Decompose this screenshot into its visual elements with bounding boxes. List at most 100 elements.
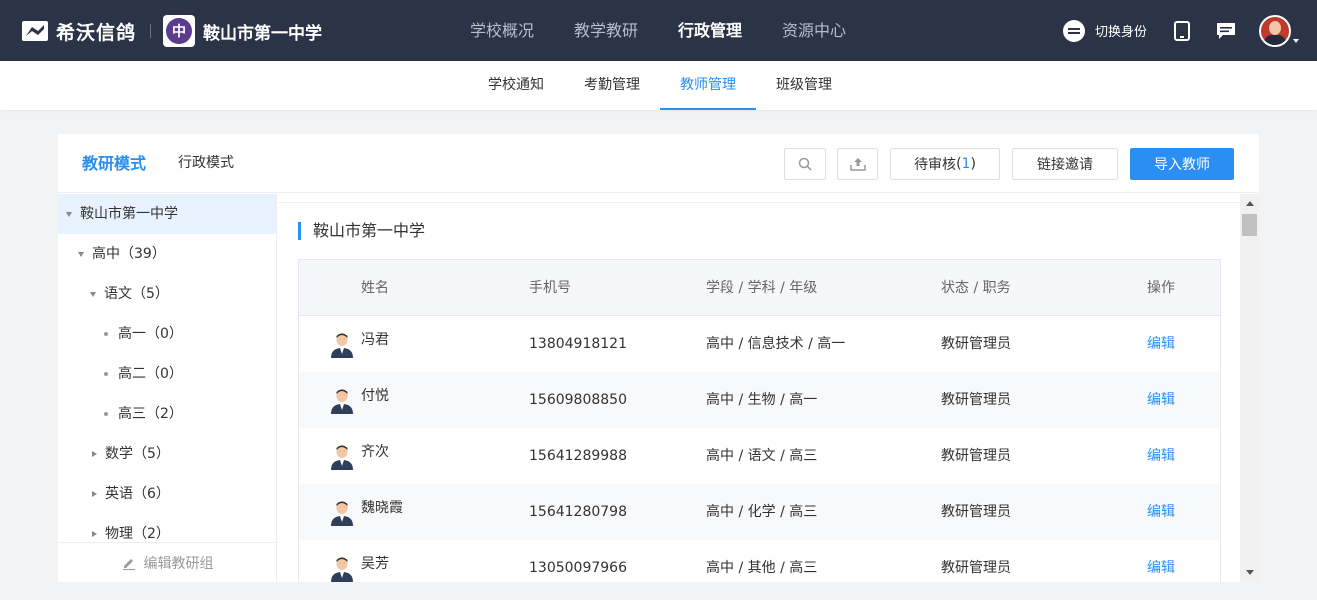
table-row: 魏晓霞 15641280798 高中 / 化学 / 高三 教研管理员 编辑	[299, 484, 1220, 540]
teacher-stage: 高中 / 生物 / 高一	[706, 392, 818, 408]
tree-node-math[interactable]: 数学（5）	[58, 434, 276, 474]
tree-node-label: 鞍山市第一中学	[80, 206, 178, 222]
avatar-suit	[1264, 34, 1286, 45]
research-group-tree: 鞍山市第一中学 高中（39） 语文（5） 高一（0） 高二（0） 高三（2） 数…	[58, 194, 277, 582]
edit-link[interactable]: 编辑	[1147, 428, 1175, 484]
top-navbar: 希沃信鸽 中 鞍山市第一中学 学校概况 教学教研 行政管理 资源中心 切换身份	[0, 0, 1317, 61]
tree-node-grade-1[interactable]: 高一（0）	[58, 314, 276, 354]
expanded-caret-icon	[78, 251, 84, 257]
export-button[interactable]	[837, 148, 878, 180]
import-teachers-button[interactable]: 导入教师	[1130, 148, 1234, 180]
teacher-status: 教研管理员	[941, 448, 1011, 464]
bullet-icon	[104, 372, 108, 376]
tablet-icon	[1174, 20, 1190, 41]
user-avatar[interactable]	[1259, 14, 1291, 47]
tablet-button[interactable]	[1171, 20, 1193, 42]
avatar-face	[1269, 20, 1281, 35]
scroll-down-arrow-icon[interactable]	[1246, 570, 1254, 575]
tree-node-label: 高二（0）	[118, 366, 183, 382]
teacher-phone: 15641280798	[529, 504, 627, 520]
tree-node-school[interactable]: 鞍山市第一中学	[58, 194, 276, 234]
top-right-actions: 切换身份	[1062, 0, 1299, 61]
teacher-phone: 15609808850	[529, 392, 627, 408]
edit-link[interactable]: 编辑	[1147, 372, 1175, 428]
teacher-avatar-icon	[331, 389, 353, 414]
message-button[interactable]	[1215, 20, 1237, 42]
nav-admin-management[interactable]: 行政管理	[658, 0, 762, 61]
tree-node-label: 物理（2）	[105, 526, 170, 542]
tree-node-label: 语文（5）	[104, 286, 169, 302]
teacher-name: 付悦	[361, 388, 389, 404]
teacher-stage: 高中 / 其他 / 高三	[706, 560, 818, 576]
edit-link[interactable]: 编辑	[1147, 316, 1175, 372]
link-invite-button[interactable]: 链接邀请	[1012, 148, 1118, 180]
subnav-class-management[interactable]: 班级管理	[756, 61, 852, 110]
tree-node-chinese[interactable]: 语文（5）	[58, 274, 276, 314]
teacher-avatar-icon	[331, 501, 353, 526]
column-header-phone: 手机号	[529, 280, 571, 296]
switch-icon	[1062, 19, 1085, 42]
teacher-stage: 高中 / 信息技术 / 高一	[706, 336, 846, 352]
tree-node-grade-3[interactable]: 高三（2）	[58, 394, 276, 434]
content-divider	[278, 202, 1240, 203]
table-header: 姓名 手机号 学段 / 学科 / 年级 状态 / 职务 操作	[299, 260, 1220, 316]
column-header-name: 姓名	[361, 280, 389, 296]
teacher-stage: 高中 / 化学 / 高三	[706, 504, 818, 520]
school-name: 鞍山市第一中学	[203, 23, 323, 44]
tree-node-english[interactable]: 英语（6）	[58, 474, 276, 514]
teacher-status: 教研管理员	[941, 392, 1011, 408]
collapsed-caret-icon	[92, 491, 97, 497]
edit-research-group-label: 编辑教研组	[143, 555, 214, 572]
bullet-icon	[104, 332, 108, 336]
school-logo-mark: 中	[166, 18, 193, 44]
tree-node-grade-2[interactable]: 高二（0）	[58, 354, 276, 394]
brand-divider	[150, 24, 152, 38]
teacher-phone: 13804918121	[529, 336, 627, 352]
edit-link[interactable]: 编辑	[1147, 540, 1175, 582]
pending-review-button[interactable]: 待审核(1)	[890, 148, 1000, 180]
sub-navbar: 学校通知 考勤管理 教师管理 班级管理	[0, 61, 1317, 110]
teacher-name: 吴芳	[361, 556, 389, 572]
column-header-stage: 学段 / 学科 / 年级	[706, 280, 818, 296]
tab-research-mode[interactable]: 教研模式	[82, 134, 146, 193]
tree-node-label: 高三（2）	[118, 406, 183, 422]
subnav-school-notice[interactable]: 学校通知	[468, 61, 564, 110]
switch-identity-button[interactable]: 切换身份	[1062, 19, 1147, 42]
expanded-caret-icon	[66, 211, 72, 217]
scroll-up-arrow-icon[interactable]	[1246, 201, 1254, 206]
nav-school-overview[interactable]: 学校概况	[450, 0, 554, 61]
teacher-name: 冯君	[361, 332, 389, 348]
teacher-status: 教研管理员	[941, 336, 1011, 352]
scroll-thumb[interactable]	[1242, 214, 1257, 236]
pending-review-close: )	[970, 156, 976, 172]
pigeon-logo-icon	[22, 21, 48, 41]
nav-teaching-research[interactable]: 教学教研	[554, 0, 658, 61]
collapsed-caret-icon	[92, 531, 97, 537]
pending-review-label: 待审核	[914, 157, 957, 173]
table-row: 齐次 15641289988 高中 / 语文 / 高三 教研管理员 编辑	[299, 428, 1220, 484]
school-logo: 中	[163, 15, 196, 47]
pending-review-count: 1	[961, 156, 971, 172]
table-row: 冯君 13804918121 高中 / 信息技术 / 高一 教研管理员 编辑	[299, 316, 1220, 372]
nav-resource-center[interactable]: 资源中心	[762, 0, 866, 61]
avatar-dropdown-icon[interactable]	[1293, 38, 1299, 43]
teacher-list-panel: 鞍山市第一中学 姓名 手机号 学段 / 学科 / 年级 状态 / 职务 操作 冯…	[278, 194, 1259, 582]
teacher-stage: 高中 / 语文 / 高三	[706, 448, 818, 464]
subnav-attendance[interactable]: 考勤管理	[564, 61, 660, 110]
subnav-teacher-management[interactable]: 教师管理	[660, 61, 756, 110]
edit-link[interactable]: 编辑	[1147, 484, 1175, 540]
card-header: 教研模式 行政模式 待审核(1) 链接邀请 导入教师	[58, 134, 1259, 193]
teacher-table: 姓名 手机号 学段 / 学科 / 年级 状态 / 职务 操作 冯君 138049…	[298, 259, 1221, 582]
brand: 希沃信鸽 中 鞍山市第一中学	[22, 15, 323, 47]
section-title: 鞍山市第一中学	[298, 222, 425, 240]
search-button[interactable]	[784, 148, 826, 180]
switch-identity-label: 切换身份	[1094, 25, 1147, 40]
search-icon	[798, 157, 812, 171]
tree-node-high-school[interactable]: 高中（39）	[58, 234, 276, 274]
tree-node-label: 高中（39）	[92, 246, 166, 262]
tab-admin-mode[interactable]: 行政模式	[178, 134, 234, 193]
bullet-icon	[104, 412, 108, 416]
edit-research-group-button[interactable]: 编辑教研组	[58, 542, 276, 582]
column-header-status: 状态 / 职务	[941, 280, 1011, 296]
vertical-scrollbar[interactable]	[1240, 194, 1259, 582]
